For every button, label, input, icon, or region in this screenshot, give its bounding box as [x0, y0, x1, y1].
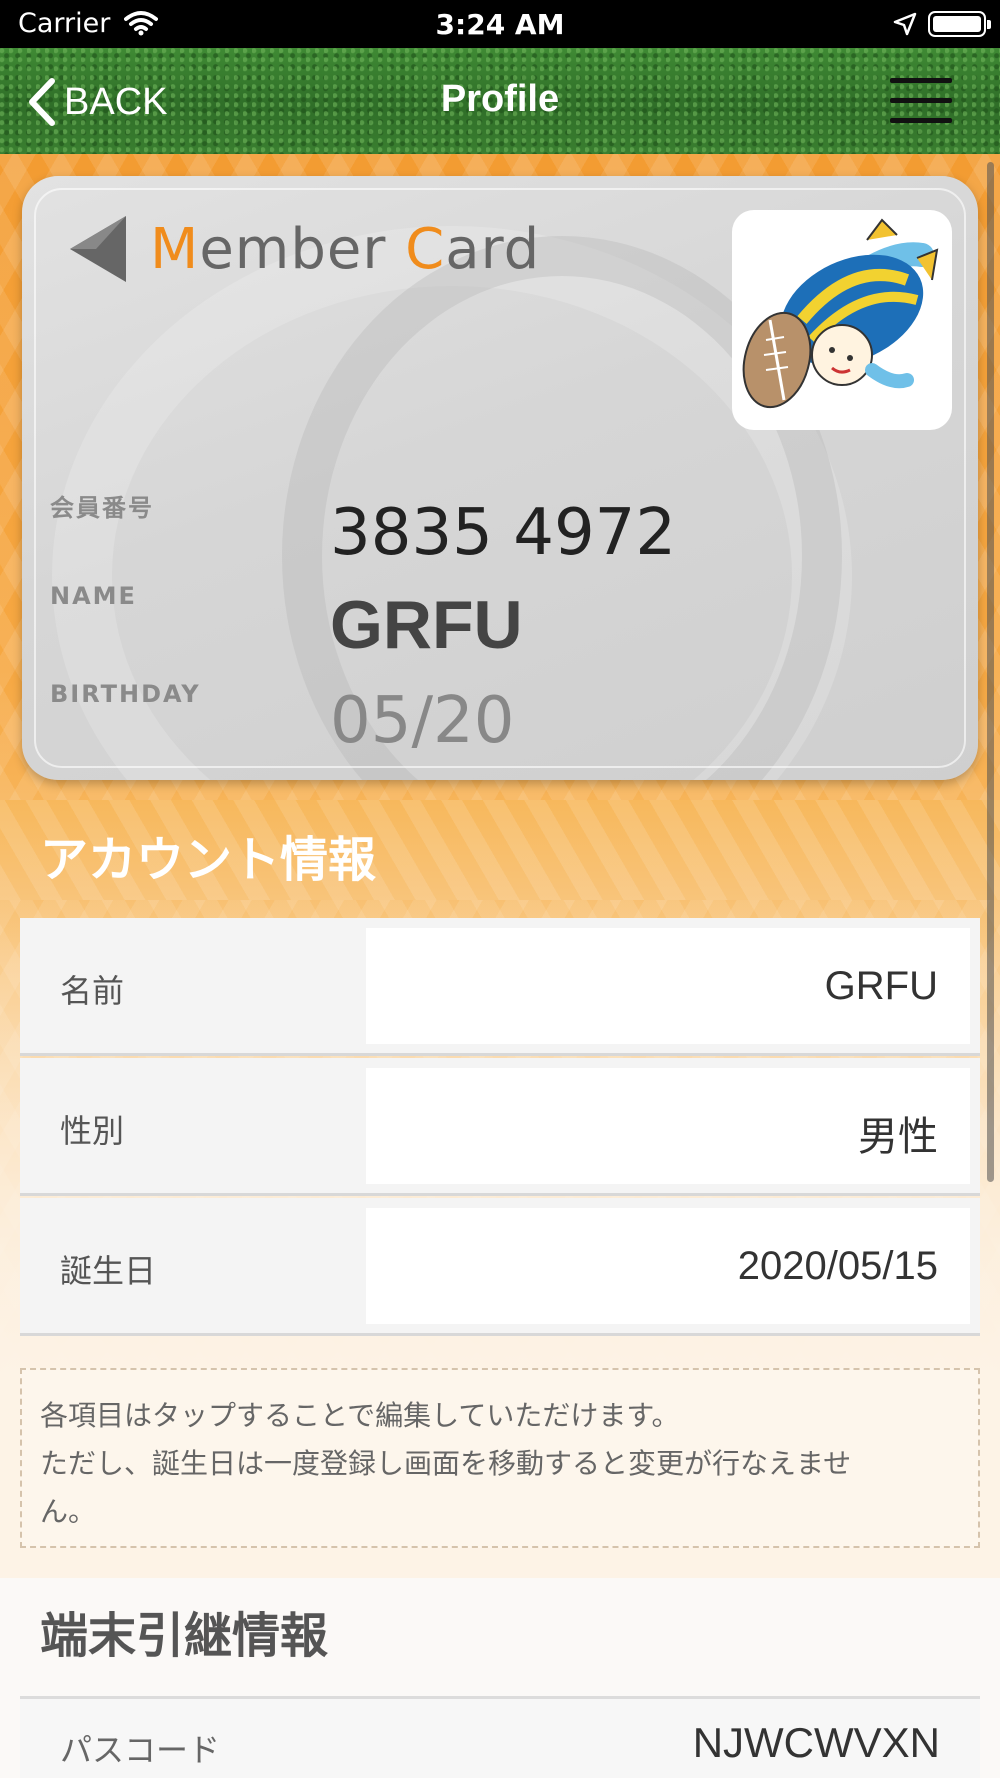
row-label: 誕生日: [60, 1252, 157, 1290]
hamburger-menu-icon[interactable]: [890, 78, 952, 124]
row-value: 2020/05/15: [737, 1244, 938, 1288]
row-label: 性別: [60, 1112, 125, 1150]
name-field[interactable]: GRFU: [366, 928, 970, 1044]
member-card-logo: Member Card: [66, 214, 540, 284]
member-number-label: 会員番号: [50, 494, 154, 522]
row-value: 男性: [858, 1115, 938, 1159]
table-row-birthday[interactable]: 誕生日 2020/05/15: [20, 1198, 980, 1336]
mascot-avatar[interactable]: [732, 210, 952, 430]
birthday-label: BIRTHDAY: [50, 680, 201, 708]
member-birthday: 05/20: [330, 684, 515, 758]
account-info-header: アカウント情報: [0, 800, 1000, 900]
scrollbar[interactable]: [987, 162, 994, 1182]
battery-icon: [928, 11, 991, 37]
row-label: 名前: [60, 972, 125, 1010]
device-transfer-section: 端末引継情報 パスコード NJWCWVXN: [0, 1578, 1000, 1778]
page-title: Profile: [440, 78, 560, 120]
clock: 3:24 AM: [435, 8, 565, 41]
passcode-value: NJWCWVXN: [692, 1719, 940, 1766]
member-card: Member Card 会員番号 3835 4972 NAME GRFU BIR…: [22, 176, 978, 780]
account-info-title: アカウント情報: [40, 832, 377, 888]
member-name: GRFU: [330, 587, 523, 663]
row-value: GRFU: [824, 964, 938, 1008]
edit-notice: 各項目はタップすることで編集していただけます。 ただし、誕生日は一度登録し画面を…: [20, 1368, 980, 1548]
rugby-mascot-icon: [742, 218, 939, 409]
device-transfer-title: 端末引継情報: [40, 1608, 329, 1664]
navigation-bar: BACK Profile: [0, 48, 1000, 154]
name-label: NAME: [50, 582, 137, 610]
passcode-label: パスコード: [60, 1731, 221, 1769]
table-row-gender[interactable]: 性別 男性: [20, 1058, 980, 1196]
triangle-logo-icon: [70, 216, 126, 282]
table-row-name[interactable]: 名前 GRFU: [20, 918, 980, 1056]
member-number: 3835 4972: [330, 496, 677, 570]
location-arrow-icon: [893, 12, 917, 40]
gender-field[interactable]: 男性: [366, 1068, 970, 1184]
status-bar: Carrier 3:24 AM: [0, 0, 1000, 48]
birthday-field[interactable]: 2020/05/15: [366, 1208, 970, 1324]
passcode-row[interactable]: パスコード NJWCWVXN: [20, 1699, 980, 1778]
